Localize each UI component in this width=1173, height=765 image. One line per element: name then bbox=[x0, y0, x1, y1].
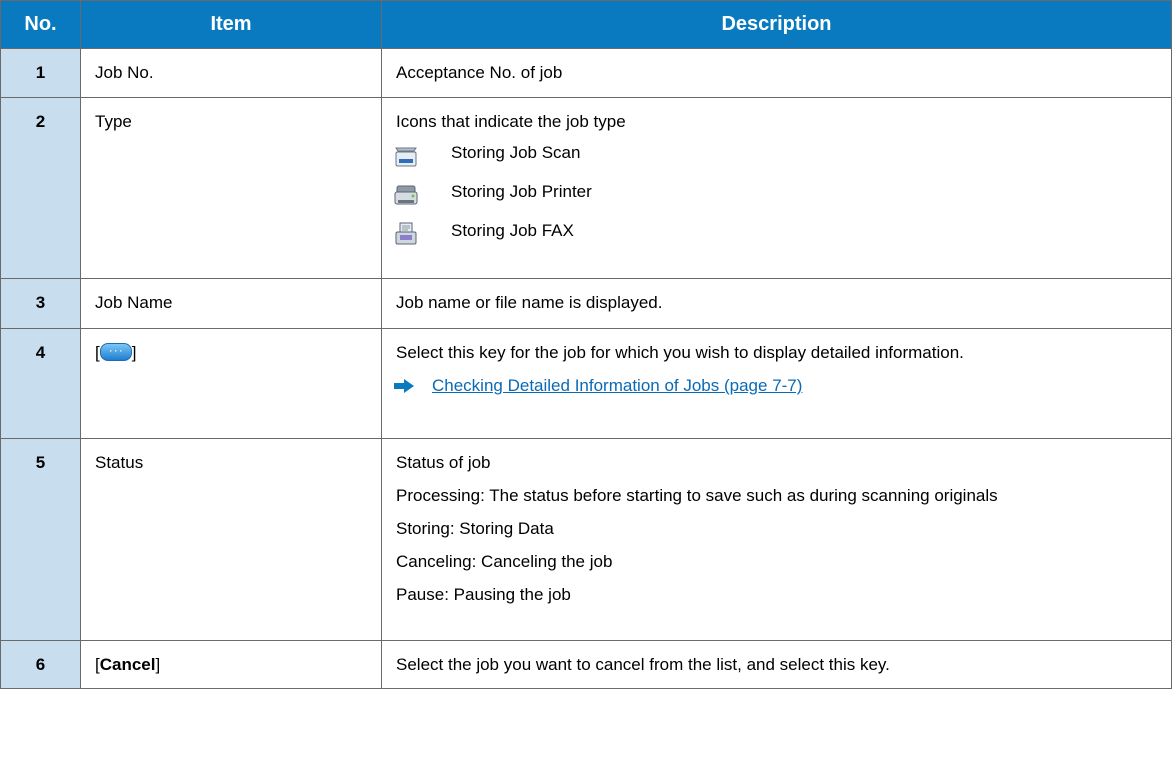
row-number: 4 bbox=[0, 328, 81, 439]
row-item: Job Name bbox=[80, 278, 382, 329]
row-number: 5 bbox=[0, 438, 81, 641]
table-row: 5 Status Status of job Processing: The s… bbox=[0, 438, 1172, 641]
table-row: 3 Job Name Job name or file name is disp… bbox=[0, 278, 1172, 329]
row-description: Job name or file name is displayed. bbox=[381, 278, 1172, 329]
row-number: 3 bbox=[0, 278, 81, 329]
description-text: Select this key for the job for which yo… bbox=[396, 343, 964, 362]
scanner-icon bbox=[395, 147, 417, 167]
row-item: Type bbox=[80, 97, 382, 279]
detail-key-icon bbox=[99, 340, 132, 361]
status-line: Canceling: Canceling the job bbox=[396, 552, 613, 571]
row-description: Acceptance No. of job bbox=[381, 48, 1172, 98]
row-item: [] bbox=[80, 328, 382, 439]
row-number: 6 bbox=[0, 640, 81, 689]
table-row: 4 [] Select this key for the job for whi… bbox=[0, 328, 1172, 439]
row-item: Status bbox=[80, 438, 382, 641]
row-description: Select the job you want to cancel from t… bbox=[381, 640, 1172, 689]
status-line: Processing: The status before starting t… bbox=[396, 486, 998, 505]
fax-icon bbox=[395, 222, 417, 245]
type-printer: Storing Job Printer bbox=[394, 179, 1171, 218]
arrow-right-icon bbox=[394, 378, 414, 393]
row-description: Icons that indicate the job type Storing… bbox=[381, 97, 1172, 279]
status-line: Storing: Storing Data bbox=[396, 519, 554, 538]
printer-icon bbox=[394, 185, 418, 205]
header-description: Description bbox=[381, 0, 1172, 49]
type-intro: Icons that indicate the job type bbox=[396, 112, 626, 131]
cancel-key-label: Cancel bbox=[99, 655, 156, 674]
header-item: Item bbox=[80, 0, 382, 49]
type-label: Storing Job Scan bbox=[451, 143, 581, 162]
header-no: No. bbox=[0, 0, 81, 49]
table-row: 2 Type Icons that indicate the job type … bbox=[0, 97, 1172, 279]
row-description: Status of job Processing: The status bef… bbox=[381, 438, 1172, 641]
row-number: 2 bbox=[0, 97, 81, 279]
table-row: 1 Job No. Acceptance No. of job bbox=[0, 48, 1172, 98]
reference-line: Checking Detailed Information of Jobs (p… bbox=[394, 375, 1171, 396]
type-label: Storing Job Printer bbox=[451, 182, 592, 201]
bracket-close: ] bbox=[155, 655, 161, 674]
job-info-table: No. Item Description 1 Job No. Acceptanc… bbox=[0, 0, 1172, 689]
status-line: Status of job bbox=[396, 453, 491, 472]
type-scan: Storing Job Scan bbox=[395, 140, 1171, 179]
reference-link[interactable]: Checking Detailed Information of Jobs (p… bbox=[432, 375, 802, 396]
row-number: 1 bbox=[0, 48, 81, 98]
type-fax: Storing Job FAX bbox=[395, 218, 1171, 257]
status-line: Pause: Pausing the job bbox=[396, 585, 571, 604]
row-description: Select this key for the job for which yo… bbox=[381, 328, 1172, 439]
row-item: Job No. bbox=[80, 48, 382, 98]
header-row: No. Item Description bbox=[0, 0, 1172, 49]
row-item: [Cancel] bbox=[80, 640, 382, 689]
type-label: Storing Job FAX bbox=[451, 221, 574, 240]
bracket-close: ] bbox=[131, 343, 137, 362]
table-row: 6 [Cancel] Select the job you want to ca… bbox=[0, 640, 1172, 689]
